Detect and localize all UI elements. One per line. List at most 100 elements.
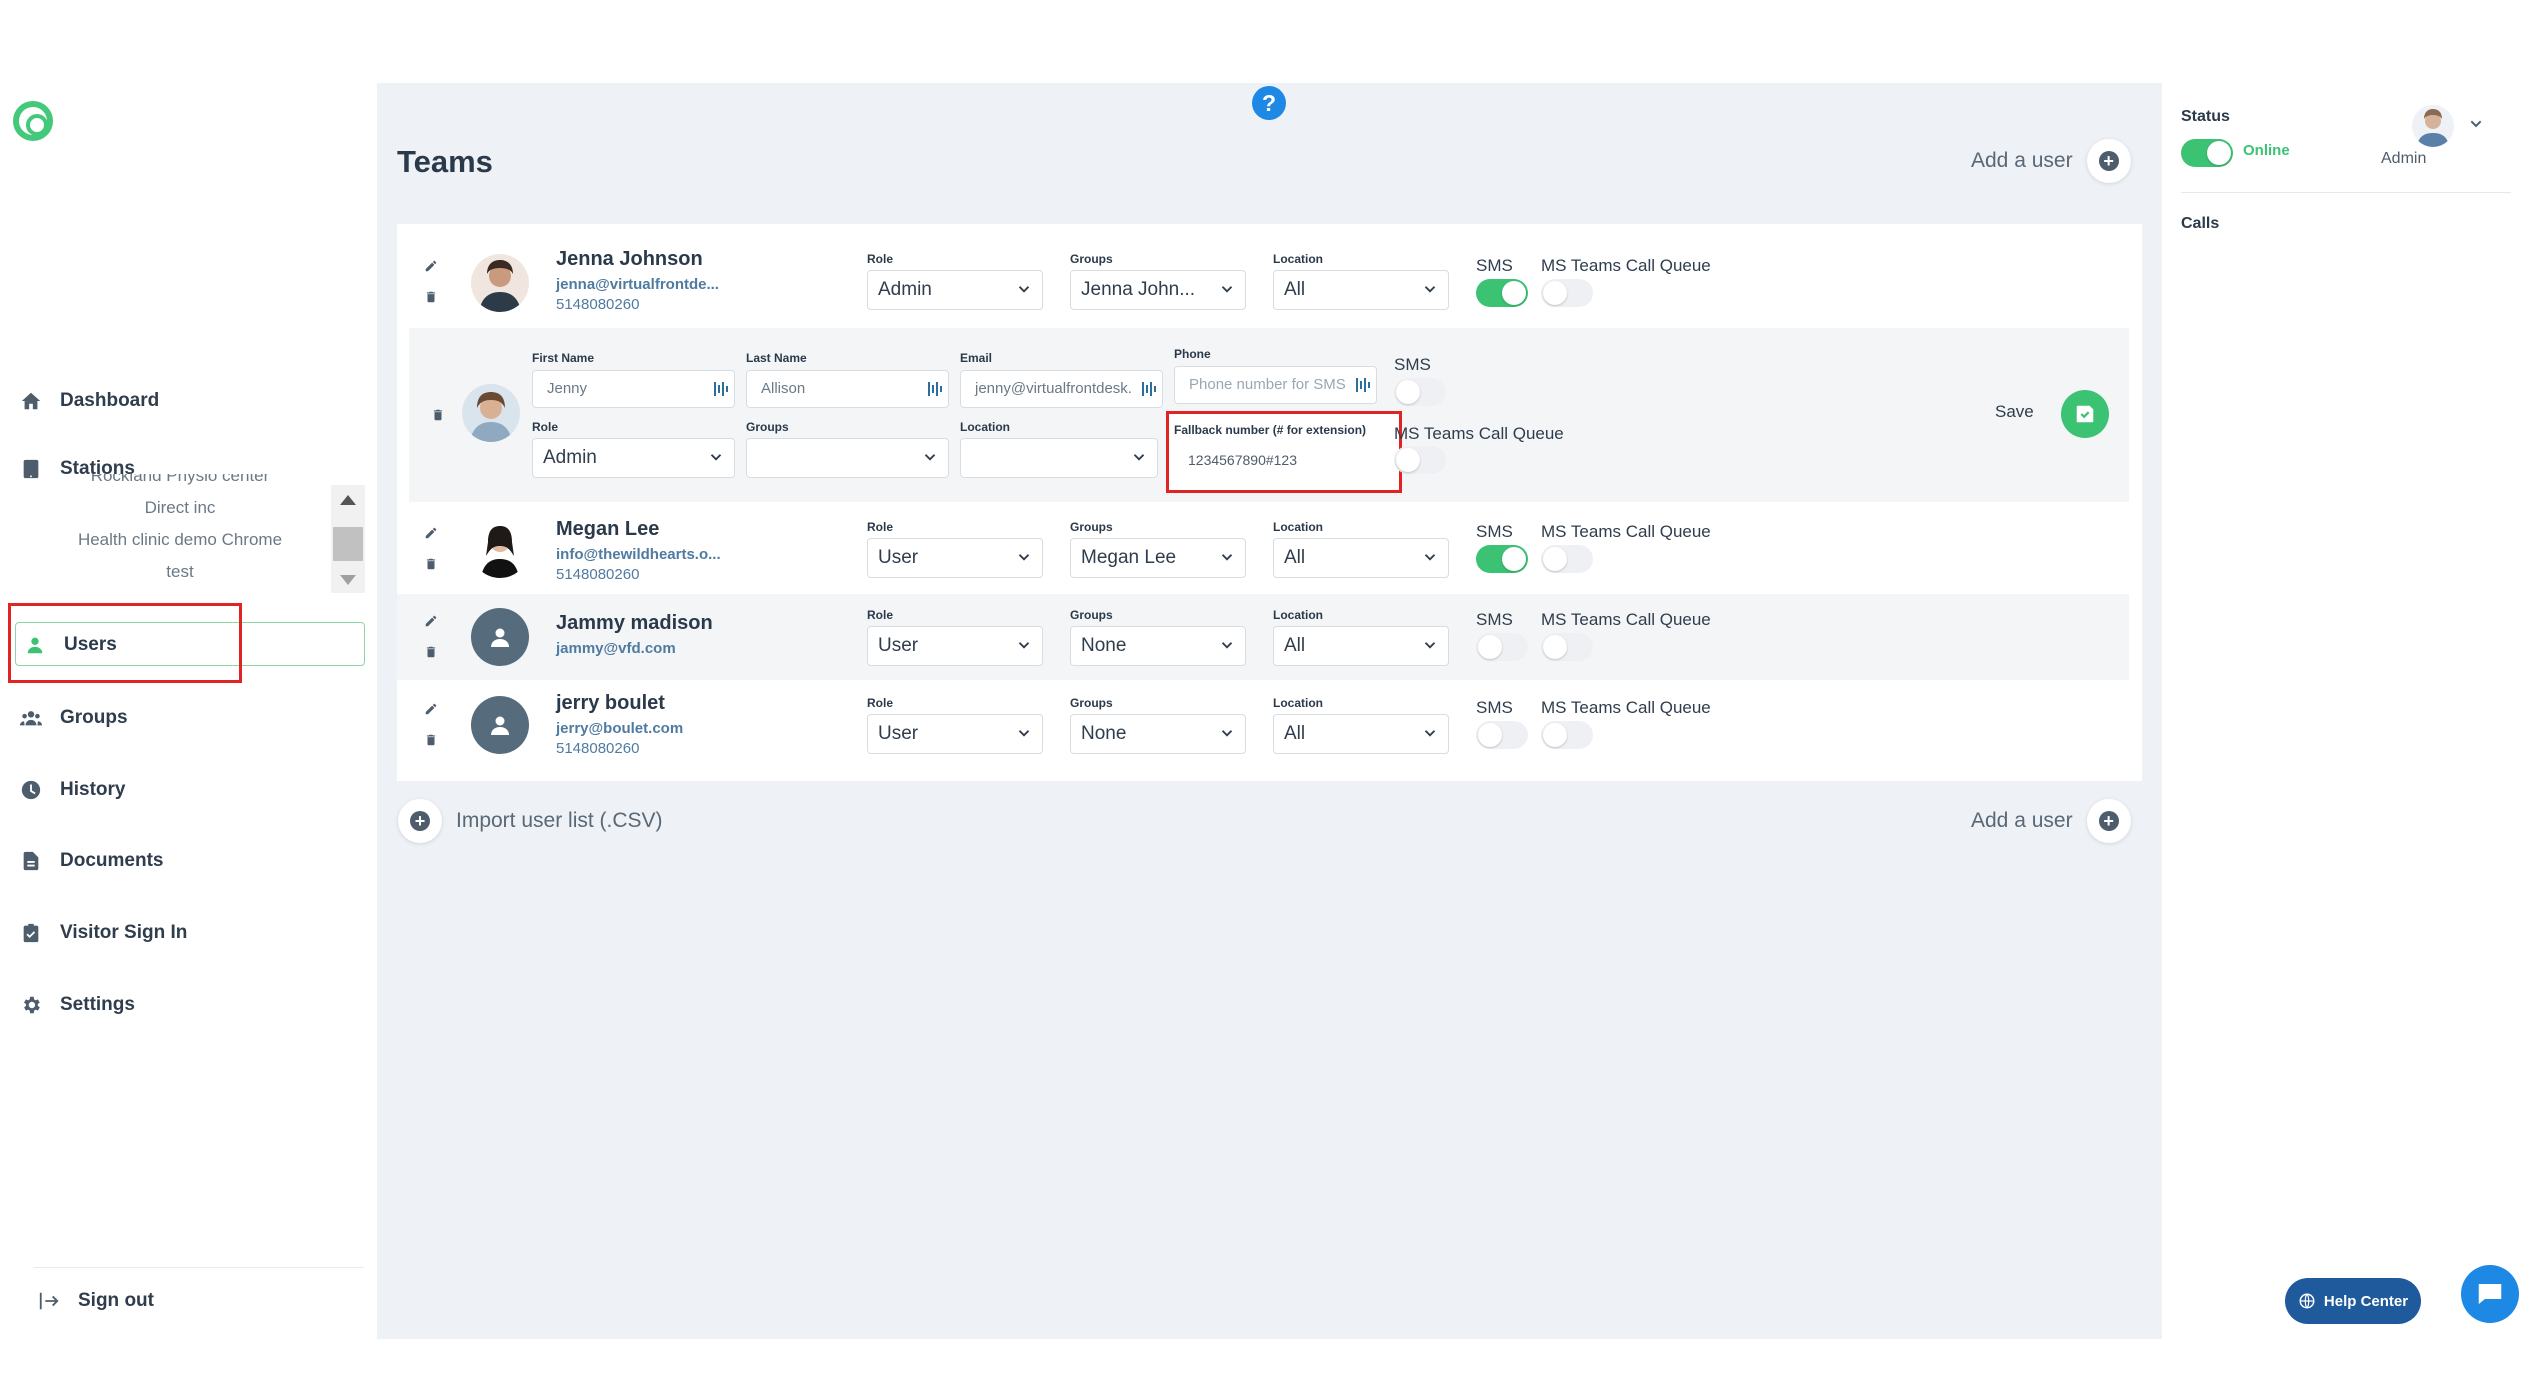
table-row: Jammy madison jammy@vfd.com Role User Gr… [397, 594, 2129, 680]
nav-groups-label: Groups [60, 707, 128, 728]
nav-settings[interactable]: Settings [20, 980, 135, 1030]
role-select[interactable]: Admin [532, 438, 735, 478]
groups-select[interactable]: Jenna John... [1070, 270, 1246, 310]
sms-toggle[interactable] [1476, 721, 1528, 749]
user-name: Jenna Johnson [556, 248, 703, 270]
nav-dashboard-label: Dashboard [60, 390, 160, 411]
sms-toggle[interactable] [1394, 378, 1446, 406]
edit-icon[interactable] [424, 614, 438, 628]
chevron-down-icon [1018, 642, 1030, 649]
role-select[interactable]: User [867, 626, 1043, 666]
scroll-down-icon[interactable] [340, 575, 356, 585]
ms-teams-toggle[interactable] [1541, 279, 1593, 307]
trash-icon[interactable] [424, 290, 438, 304]
help-center-button[interactable]: Help Center [2285, 1278, 2421, 1324]
stations-scrollbar[interactable] [331, 485, 365, 593]
sms-toggle[interactable] [1476, 633, 1528, 661]
nav-groups[interactable]: Groups [20, 693, 128, 743]
voice-input-icon[interactable] [1356, 377, 1370, 393]
email-label: Email [960, 351, 993, 365]
import-csv-label: Import user list (.CSV) [456, 809, 663, 832]
gear-icon [24, 996, 40, 1014]
last-name-label: Last Name [746, 351, 807, 365]
location-label: Location [1273, 696, 1323, 710]
station-item[interactable]: Direct inc [30, 492, 330, 524]
groups-select[interactable]: None [1070, 714, 1246, 754]
table-row: Jenna Johnson jenna@virtualfrontde... 51… [397, 224, 2142, 326]
add-user-label: Add a user [1971, 809, 2073, 832]
add-icon: + [2086, 799, 2131, 843]
chevron-down-icon[interactable] [2466, 116, 2486, 132]
save-button[interactable] [2061, 390, 2109, 438]
sms-toggle[interactable] [1476, 279, 1528, 307]
location-select[interactable]: All [1273, 626, 1449, 666]
station-item[interactable]: Health clinic demo Chrome [30, 524, 330, 556]
help-center-label: Help Center [2323, 1292, 2409, 1310]
avatar [471, 254, 529, 312]
document-icon [23, 851, 39, 871]
groups-select[interactable]: None [1070, 626, 1246, 666]
last-name-input[interactable]: Allison [746, 370, 949, 408]
chevron-down-icon [1221, 554, 1233, 561]
edit-icon[interactable] [424, 702, 438, 716]
chevron-down-icon [710, 454, 722, 461]
help-question-icon[interactable]: ? [1252, 86, 1286, 120]
add-user-button-top[interactable]: Add a user + [1971, 139, 2131, 183]
sign-out-button[interactable]: Sign out [38, 1276, 154, 1326]
nav-history[interactable]: History [20, 765, 125, 815]
groups-label: Groups [1070, 520, 1113, 534]
groups-select[interactable] [746, 438, 949, 478]
role-select[interactable]: Admin [867, 270, 1043, 310]
nav-visitor-sign-in[interactable]: Visitor Sign In [20, 908, 187, 958]
voice-input-icon[interactable] [714, 381, 728, 397]
avatar[interactable] [462, 384, 520, 442]
ms-teams-label: MS Teams Call Queue [1541, 610, 1711, 629]
role-select[interactable]: User [867, 538, 1043, 578]
first-name-input[interactable]: Jenny [532, 370, 735, 408]
clipboard-check-icon [23, 923, 39, 943]
profile-avatar[interactable] [2412, 105, 2454, 147]
nav-documents[interactable]: Documents [20, 836, 163, 886]
location-select[interactable]: All [1273, 538, 1449, 578]
phone-input[interactable]: Phone number for SMS [1174, 366, 1377, 404]
clock-icon [21, 780, 41, 800]
import-csv-button[interactable]: + Import user list (.CSV) [398, 799, 663, 843]
voice-input-icon[interactable] [1142, 381, 1156, 397]
role-label: Role [867, 608, 894, 622]
location-select[interactable]: All [1273, 270, 1449, 310]
status-toggle[interactable] [2181, 139, 2233, 167]
sms-toggle[interactable] [1476, 545, 1528, 573]
ms-teams-toggle[interactable] [1541, 633, 1593, 661]
chat-button[interactable] [2461, 1265, 2519, 1323]
station-item[interactable]: test [30, 556, 330, 588]
add-user-button-bottom[interactable]: Add a user + [1971, 799, 2131, 843]
role-select[interactable]: User [867, 714, 1043, 754]
stations-list: Rockland Physio center Direct inc Health… [30, 474, 330, 592]
ms-teams-toggle[interactable] [1541, 545, 1593, 573]
edit-icon[interactable] [424, 526, 438, 540]
voice-input-icon[interactable] [928, 381, 942, 397]
trash-icon[interactable] [431, 408, 445, 422]
location-select[interactable]: All [1273, 714, 1449, 754]
scrollbar-thumb[interactable] [333, 527, 363, 561]
trash-icon[interactable] [424, 645, 438, 659]
edit-icon[interactable] [424, 259, 438, 273]
default-avatar-icon [471, 608, 529, 666]
user-email: jenna@virtualfrontde... [556, 276, 719, 293]
user-email: jerry@boulet.com [556, 720, 684, 737]
chat-icon [2478, 1284, 2502, 1304]
user-role-label: Admin [2381, 150, 2427, 167]
trash-icon[interactable] [424, 557, 438, 571]
station-item[interactable]: Rockland Physio center [30, 474, 330, 492]
globe-icon [2299, 1293, 2315, 1309]
chevron-down-icon [924, 454, 936, 461]
groups-select[interactable]: Megan Lee [1070, 538, 1246, 578]
email-input[interactable]: jenny@virtualfrontdesk. [960, 370, 1163, 408]
trash-icon[interactable] [424, 733, 438, 747]
ms-teams-toggle[interactable] [1541, 721, 1593, 749]
app-logo[interactable] [13, 101, 53, 141]
scroll-up-icon[interactable] [340, 495, 356, 505]
location-select[interactable] [960, 438, 1158, 478]
nav-dashboard[interactable]: Dashboard [20, 376, 159, 426]
ms-teams-toggle[interactable] [1394, 446, 1446, 474]
